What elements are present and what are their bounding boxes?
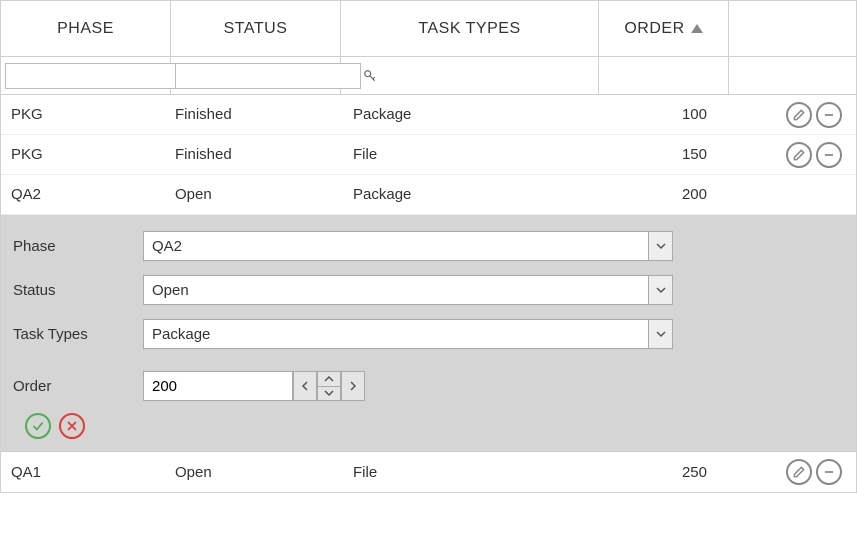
edit-button[interactable] [786, 459, 812, 485]
delete-button[interactable] [816, 459, 842, 485]
header-order[interactable]: ORDER [599, 1, 729, 56]
header-task-types[interactable]: TASK TYPES [341, 1, 599, 56]
cell-task-types: File [341, 146, 599, 163]
inline-edit-form: Phase QA2 Status Open Task Types Package [1, 215, 856, 452]
header-status[interactable]: STATUS [171, 1, 341, 56]
chevron-left-icon [301, 381, 309, 391]
filter-status-input[interactable] [175, 63, 361, 89]
cell-task-types: Package [341, 106, 599, 123]
cell-phase: QA1 [1, 464, 171, 481]
filter-actions-cell [729, 57, 856, 94]
cell-status: Finished [171, 146, 341, 163]
cell-status: Open [171, 186, 341, 203]
pencil-icon [792, 465, 806, 479]
order-spinner [143, 371, 365, 401]
data-grid: PHASE STATUS TASK TYPES ORDER PKG Finish… [0, 0, 857, 493]
filter-order-cell [599, 57, 729, 94]
chevron-right-icon [349, 381, 357, 391]
order-dec[interactable] [317, 387, 341, 401]
cell-phase: PKG [1, 146, 171, 163]
cell-task-types: Package [341, 186, 599, 203]
header-order-label: ORDER [624, 20, 684, 38]
select-phase-toggle[interactable] [649, 231, 673, 261]
select-phase[interactable]: QA2 [143, 231, 649, 261]
sort-asc-icon [691, 24, 703, 33]
cell-phase: PKG [1, 106, 171, 123]
select-task-types-toggle[interactable] [649, 319, 673, 349]
check-icon [31, 419, 45, 433]
chevron-up-icon [324, 376, 334, 382]
select-status[interactable]: Open [143, 275, 649, 305]
cancel-button[interactable] [59, 413, 85, 439]
delete-button[interactable] [816, 102, 842, 128]
table-row: QA2 Open Package 200 [1, 175, 856, 215]
pencil-icon [792, 108, 806, 122]
minus-icon [822, 465, 836, 479]
chevron-down-icon [656, 241, 666, 251]
cell-actions [729, 102, 856, 128]
label-status: Status [13, 282, 143, 299]
table-row: PKG Finished File 150 [1, 135, 856, 175]
order-input[interactable] [143, 371, 293, 401]
cell-actions [729, 142, 856, 168]
edit-button[interactable] [786, 142, 812, 168]
order-inc[interactable] [317, 372, 341, 387]
filter-phase-cell [1, 57, 171, 94]
cell-phase: QA2 [1, 186, 171, 203]
delete-button[interactable] [816, 142, 842, 168]
filter-phase-input[interactable] [5, 63, 191, 89]
select-task-types[interactable]: Package [143, 319, 649, 349]
chevron-down-icon [656, 285, 666, 295]
order-large-inc[interactable] [341, 371, 365, 401]
chevron-down-icon [656, 329, 666, 339]
cell-order: 250 [599, 464, 729, 481]
table-row: QA1 Open File 250 [1, 452, 856, 492]
table-row: PKG Finished Package 100 [1, 95, 856, 135]
order-large-dec[interactable] [293, 371, 317, 401]
cell-order: 100 [599, 106, 729, 123]
minus-icon [822, 108, 836, 122]
cell-actions [729, 459, 856, 485]
filter-task-types-cell [341, 57, 599, 94]
label-task-types: Task Types [13, 326, 143, 343]
header-phase[interactable]: PHASE [1, 1, 171, 56]
close-icon [65, 419, 79, 433]
minus-icon [822, 148, 836, 162]
cell-order: 150 [599, 146, 729, 163]
cell-status: Open [171, 464, 341, 481]
save-button[interactable] [25, 413, 51, 439]
pencil-icon [792, 148, 806, 162]
chevron-down-icon [324, 390, 334, 396]
column-headers: PHASE STATUS TASK TYPES ORDER [1, 1, 856, 57]
filter-status-cell [171, 57, 341, 94]
select-status-toggle[interactable] [649, 275, 673, 305]
cell-order: 200 [599, 186, 729, 203]
edit-button[interactable] [786, 102, 812, 128]
filter-row [1, 57, 856, 95]
cell-status: Finished [171, 106, 341, 123]
header-actions [729, 1, 856, 56]
label-order: Order [13, 378, 143, 395]
label-phase: Phase [13, 238, 143, 255]
cell-task-types: File [341, 464, 599, 481]
